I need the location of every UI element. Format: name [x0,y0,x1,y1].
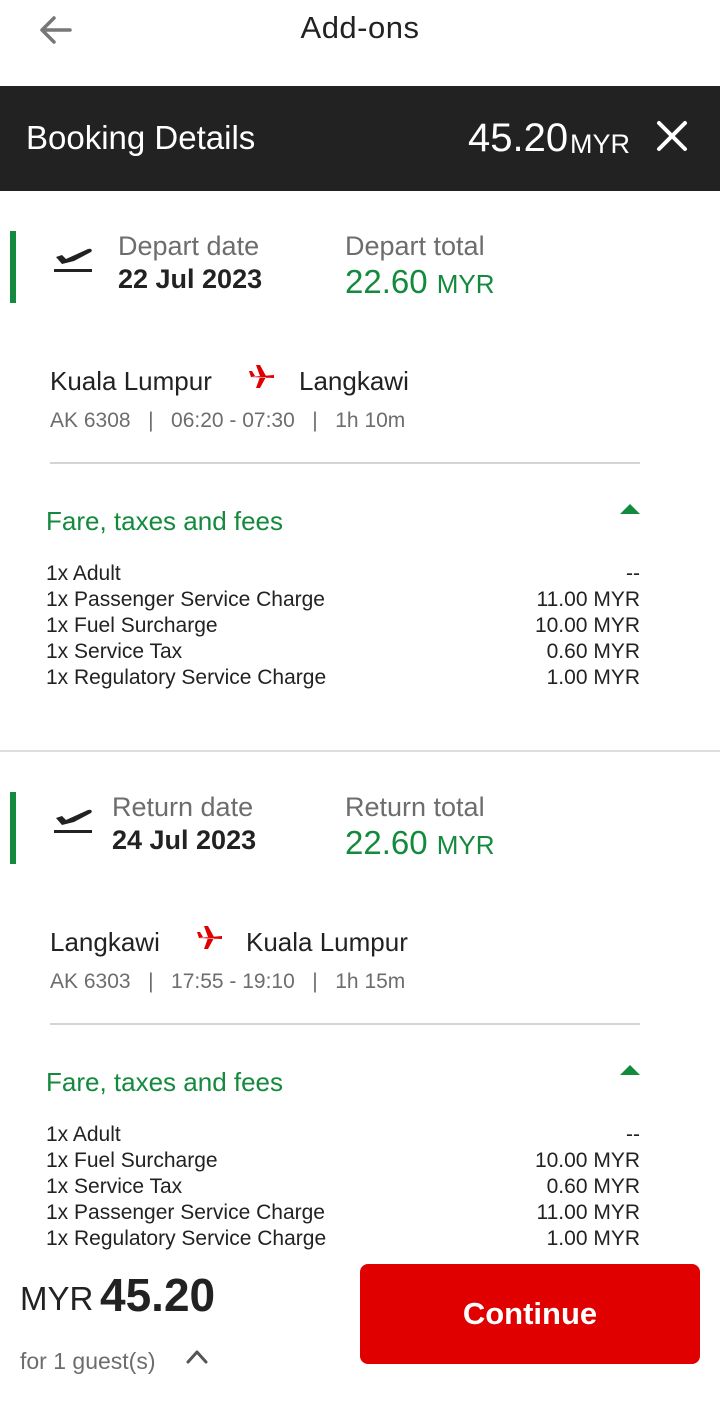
fare-label: 1x Adult [46,562,121,585]
page-title: Add-ons [300,10,420,45]
depart-total-currency: MYR [436,269,495,299]
caret-up-icon[interactable] [620,1065,640,1075]
fare-value: 0.60 MYR [546,1175,640,1198]
depart-total-label: Depart total [345,231,485,261]
airplane-icon [197,926,222,949]
plane-takeoff-icon [54,248,92,272]
depart-total-value: 22.60 [345,263,428,300]
depart-date-label: Depart date [118,231,260,261]
return-flight-meta: AK 6303 | 17:55 - 19:10 | 1h 15m [50,970,406,993]
footer-currency: MYR [20,1280,94,1317]
fare-row: 1x Passenger Service Charge 11.00 MYR [46,588,640,614]
fare-value: 0.60 MYR [546,640,640,663]
fare-row: 1x Regulatory Service Charge 1.00 MYR [46,1227,640,1253]
return-divider [50,1023,640,1025]
booking-total-currency: MYR [570,129,630,159]
guest-count-toggle[interactable]: for 1 guest(s) [20,1348,156,1375]
close-icon[interactable] [652,116,692,156]
fare-row: 1x Adult -- [46,562,640,588]
return-destination: Kuala Lumpur [246,927,408,957]
top-app-bar: Add-ons [0,0,720,86]
depart-flight-meta: AK 6308 | 06:20 - 07:30 | 1h 10m [50,409,406,432]
fare-row: 1x Service Tax 0.60 MYR [46,1175,640,1201]
return-total-label: Return total [345,792,485,822]
fare-value: 11.00 MYR [536,588,641,611]
depart-origin: Kuala Lumpur [50,366,212,396]
depart-section: Depart date 22 Jul 2023 Depart total 22.… [0,191,720,750]
fare-value: 10.00 MYR [534,1149,640,1172]
return-total-value: 22.60 [345,824,428,861]
fare-row: 1x Adult -- [46,1123,640,1149]
fare-value: 11.00 MYR [536,1201,641,1224]
fare-row: 1x Fuel Surcharge 10.00 MYR [46,614,640,640]
fare-row: 1x Regulatory Service Charge 1.00 MYR [46,666,640,692]
fare-value: 1.00 MYR [546,666,640,689]
continue-button[interactable]: Continue [360,1264,700,1364]
plane-takeoff-icon [54,809,92,833]
booking-details-bar: Booking Details 45.20 MYR [0,86,720,191]
return-date-label: Return date [112,792,254,822]
return-total-currency: MYR [436,830,495,860]
return-section: Return date 24 Jul 2023 Return total 22.… [0,752,720,1252]
depart-destination: Langkawi [299,366,409,396]
fare-row: 1x Fuel Surcharge 10.00 MYR [46,1149,640,1175]
fare-value: -- [626,1123,640,1146]
return-origin: Langkawi [50,927,160,957]
fare-label: 1x Regulatory Service Charge [46,666,327,689]
footer-total-amount: 45.20 [100,1269,216,1321]
depart-divider [50,462,640,464]
chevron-up-icon[interactable] [185,1346,209,1366]
return-accent-bar [10,792,16,864]
fare-row: 1x Passenger Service Charge 11.00 MYR [46,1201,640,1227]
depart-fare-title[interactable]: Fare, taxes and fees [46,506,283,537]
fare-value: -- [626,562,640,585]
fare-label: 1x Service Tax [46,1175,183,1198]
fare-label: 1x Fuel Surcharge [46,1149,218,1172]
fare-row: 1x Service Tax 0.60 MYR [46,640,640,666]
return-fare-title[interactable]: Fare, taxes and fees [46,1067,283,1098]
return-total-amount: 22.60 MYR [345,824,495,862]
fare-label: 1x Passenger Service Charge [46,588,325,611]
checkout-footer: MYR 45.20 for 1 guest(s) Continue [0,1252,720,1415]
booking-details-title: Booking Details [26,119,256,156]
fare-label: 1x Service Tax [46,640,183,663]
depart-total-amount: 22.60 MYR [345,263,495,301]
depart-date: 22 Jul 2023 [118,264,263,294]
booking-total-amount: 45.20 [468,116,569,160]
airplane-icon [249,365,274,388]
fare-value: 1.00 MYR [546,1227,640,1250]
fare-value: 10.00 MYR [534,614,640,637]
depart-accent-bar [10,231,16,303]
fare-label: 1x Adult [46,1123,121,1146]
return-date: 24 Jul 2023 [112,825,257,855]
fare-label: 1x Passenger Service Charge [46,1201,325,1224]
caret-up-icon[interactable] [620,504,640,514]
fare-label: 1x Fuel Surcharge [46,614,218,637]
fare-label: 1x Regulatory Service Charge [46,1227,327,1250]
